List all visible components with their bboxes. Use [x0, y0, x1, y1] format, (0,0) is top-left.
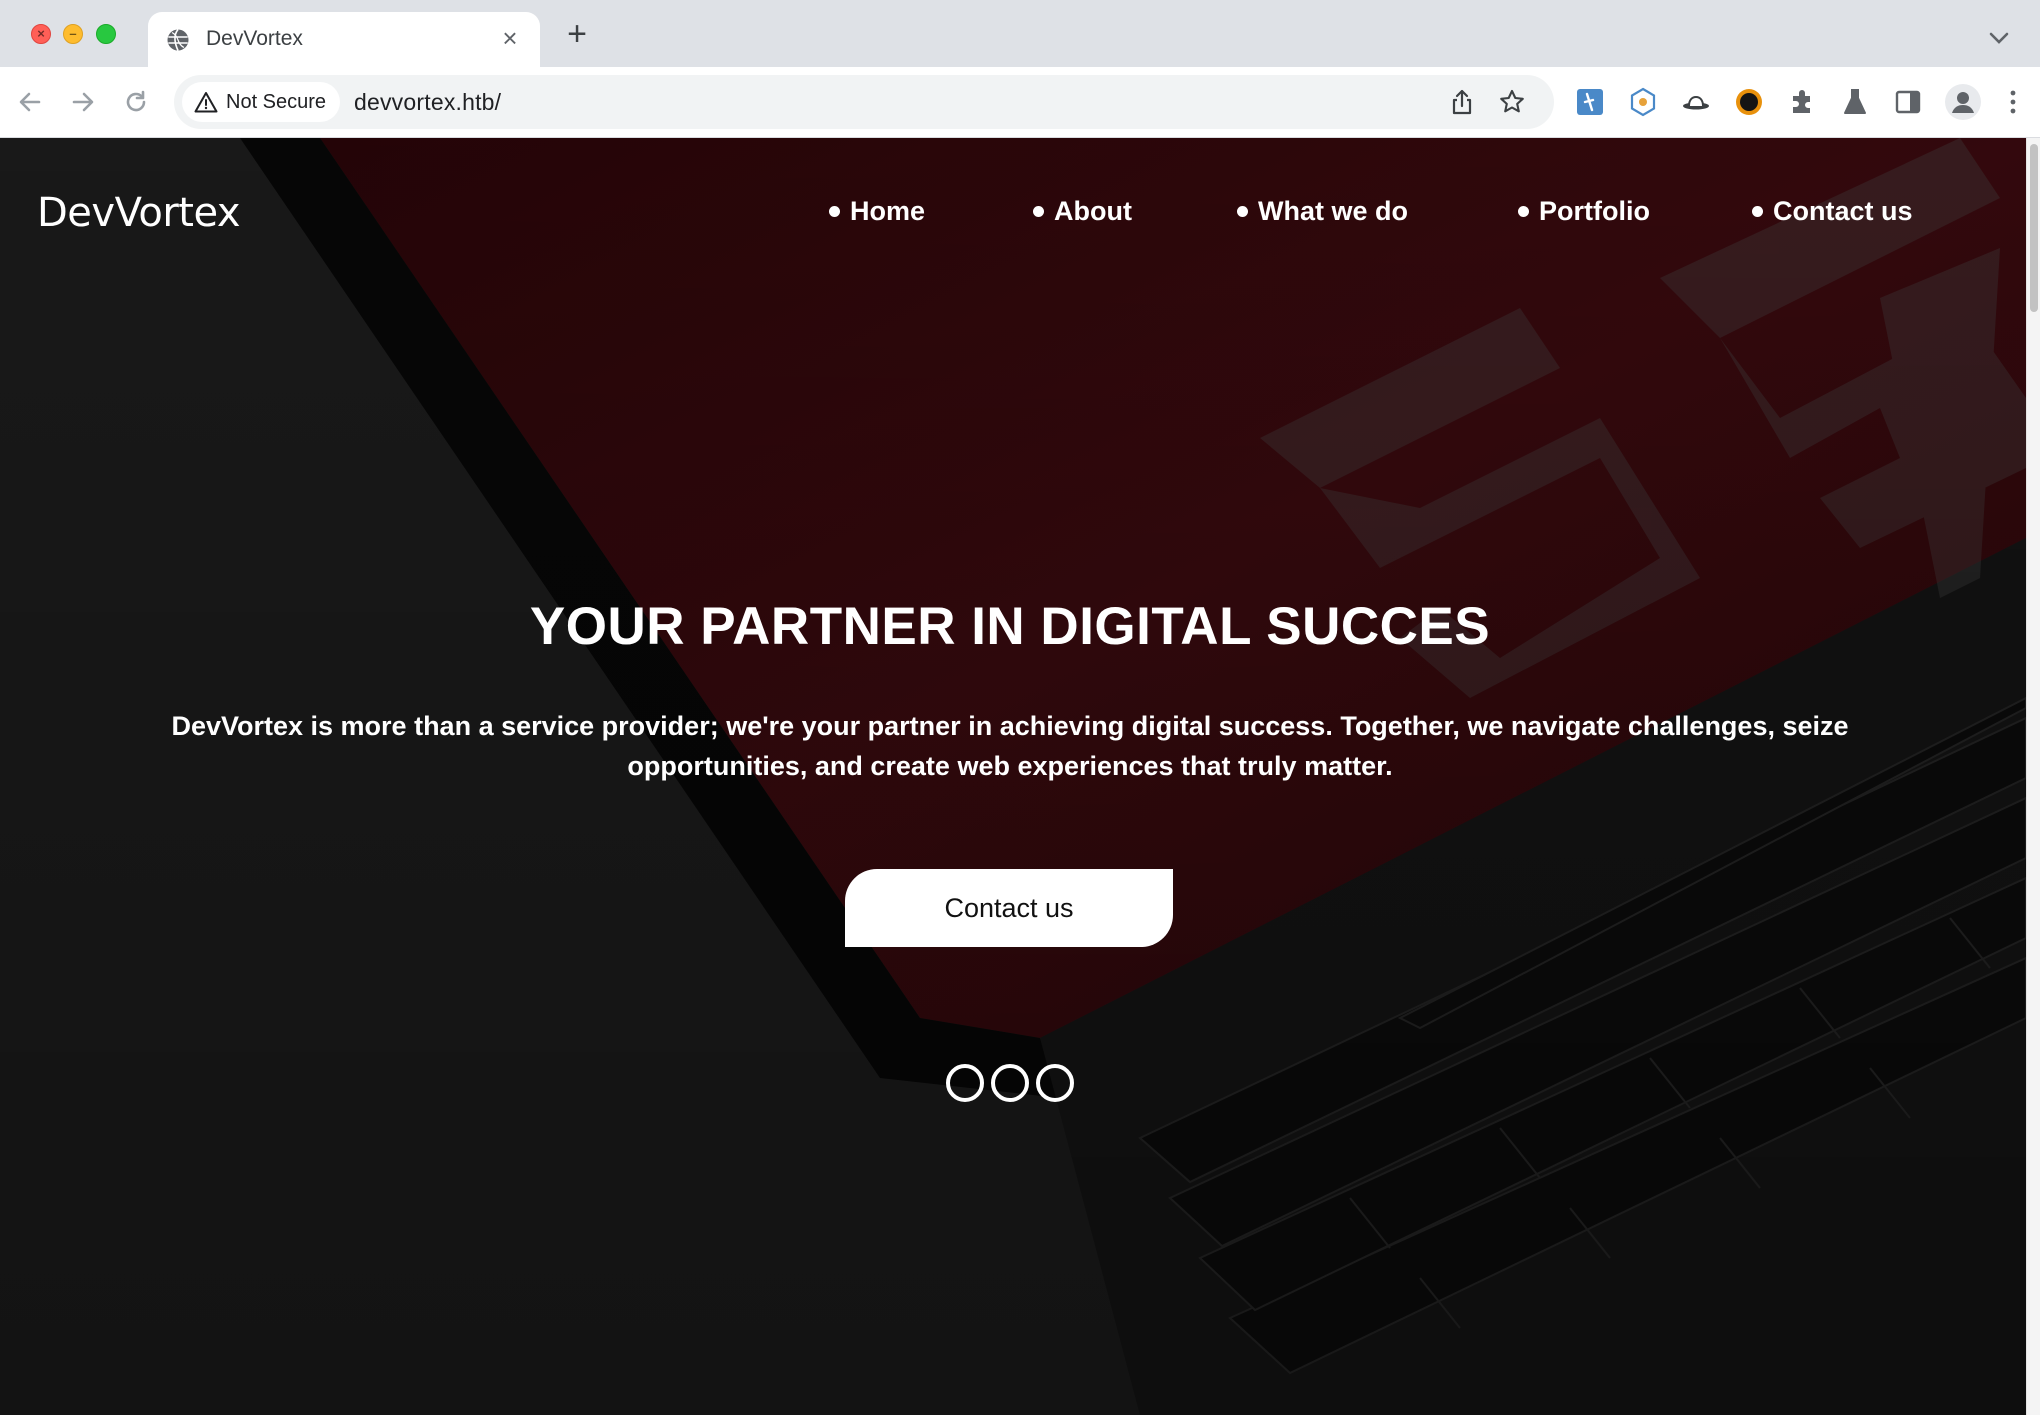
bullet-icon: [1518, 206, 1529, 217]
tab-close-icon[interactable]: ×: [496, 24, 524, 52]
scrollbar-thumb[interactable]: [2030, 144, 2038, 312]
nav-item-label: What we do: [1258, 196, 1408, 226]
forward-arrow-icon[interactable]: [67, 86, 99, 118]
hero-title: YOUR PARTNER IN DIGITAL SUCCES: [529, 597, 1491, 656]
nav-item-label: Home: [850, 196, 926, 226]
security-label: Not Secure: [226, 90, 327, 113]
bookmark-star-icon[interactable]: [1498, 88, 1526, 116]
browser-tab-active[interactable]: DevVortex ×: [148, 12, 540, 68]
window-close-button[interactable]: ×: [31, 24, 51, 44]
extension-hexagon-icon[interactable]: [1628, 87, 1658, 117]
contact-us-button[interactable]: Contact us: [845, 869, 1173, 947]
window-maximize-button[interactable]: [96, 24, 116, 44]
extensions-puzzle-icon[interactable]: [1787, 87, 1817, 117]
profile-avatar-icon[interactable]: [1944, 83, 1982, 121]
nav-item-what-we-do[interactable]: What we do: [1237, 196, 1408, 227]
new-tab-button[interactable]: +: [562, 17, 592, 51]
nav-item-home[interactable]: Home: [829, 196, 925, 227]
bullet-icon: [1752, 206, 1763, 217]
extension-hat-icon[interactable]: [1681, 87, 1711, 117]
tab-search-chevron-icon[interactable]: [1985, 24, 2013, 52]
site-security-chip[interactable]: Not Secure: [182, 82, 341, 122]
minimize-dash-icon: –: [69, 26, 77, 41]
chrome-menu-icon[interactable]: [2000, 87, 2026, 117]
nav-item-portfolio[interactable]: Portfolio: [1518, 196, 1650, 227]
page-viewport: DevVortex Home About What we do Portfoli…: [0, 138, 2026, 1415]
tab-strip: × – DevVortex × +: [0, 0, 2040, 68]
share-icon[interactable]: [1448, 88, 1476, 116]
slide-indicator-3[interactable]: [1036, 1064, 1074, 1102]
slide-indicator-1[interactable]: [946, 1064, 984, 1102]
side-panel-icon[interactable]: [1893, 87, 1923, 117]
nav-item-label: Portfolio: [1539, 196, 1650, 226]
page-scrollbar[interactable]: [2026, 138, 2040, 1415]
nav-item-label: About: [1054, 196, 1132, 226]
labs-flask-icon[interactable]: [1840, 87, 1870, 117]
main-navigation: Home About What we do Portfolio Contact …: [0, 196, 2026, 236]
close-x-icon: ×: [37, 26, 45, 41]
window-minimize-button[interactable]: –: [63, 24, 83, 44]
url-text[interactable]: devvortex.htb/: [354, 89, 501, 116]
address-bar[interactable]: Not Secure devvortex.htb/: [174, 75, 1554, 129]
warning-triangle-icon: [194, 92, 218, 113]
nav-item-about[interactable]: About: [1033, 196, 1132, 227]
reload-icon[interactable]: [120, 86, 152, 118]
extension-circle-icon[interactable]: [1734, 87, 1764, 117]
tab-title: DevVortex: [206, 27, 303, 50]
browser-toolbar: Not Secure devvortex.htb/: [0, 67, 2040, 138]
slide-indicator-2[interactable]: [991, 1064, 1029, 1102]
bullet-icon: [829, 206, 840, 217]
nav-item-label: Contact us: [1773, 196, 1913, 226]
bullet-icon: [1033, 206, 1044, 217]
back-arrow-icon[interactable]: [14, 86, 46, 118]
bullet-icon: [1237, 206, 1248, 217]
globe-icon: [167, 28, 189, 51]
extension-translate-icon[interactable]: [1575, 87, 1605, 117]
nav-item-contact-us[interactable]: Contact us: [1752, 196, 1913, 227]
hero-description: DevVortex is more than a service provide…: [171, 711, 1849, 781]
